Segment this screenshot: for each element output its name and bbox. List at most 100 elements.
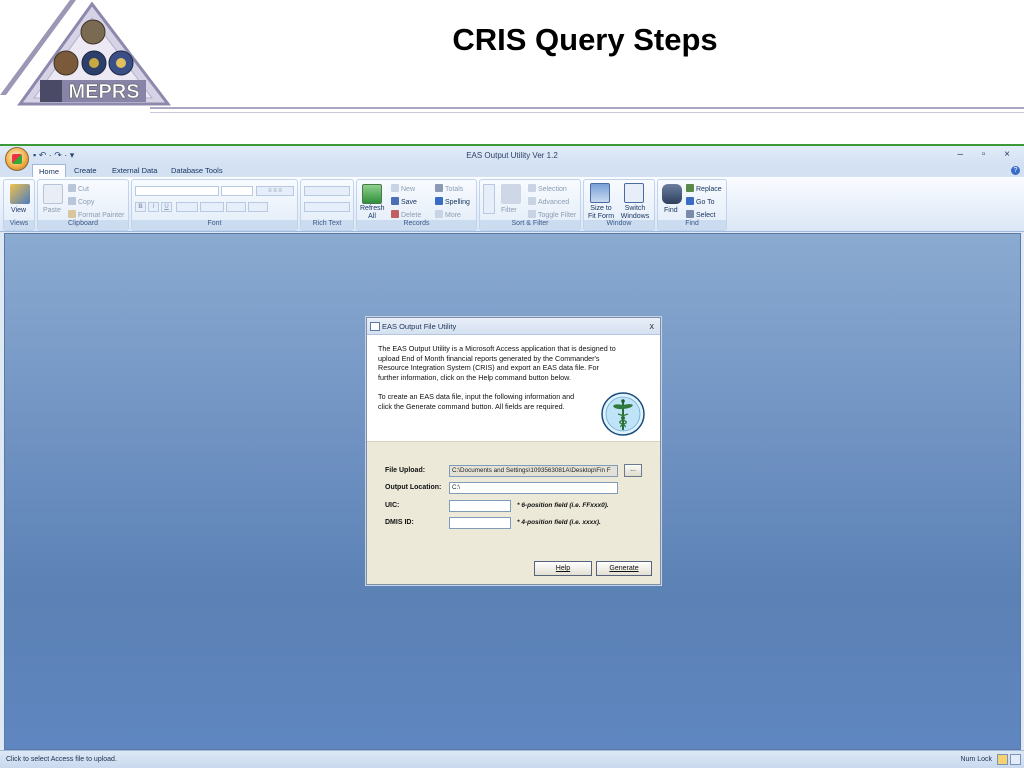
tab-home[interactable]: Home (32, 164, 67, 177)
group-rich-text: Rich Text (300, 179, 354, 231)
title-bar: ▪ ↶ · ↷ · ▾ EAS Output Utility Ver 1.2 –… (0, 146, 1024, 164)
switch-windows-icon (624, 183, 644, 203)
save-button[interactable]: Save (401, 199, 417, 206)
svg-text:MEPRS: MEPRS (68, 81, 139, 103)
view-button[interactable]: View (11, 207, 26, 214)
toggle-filter-icon (528, 210, 536, 218)
tab-create[interactable]: Create (68, 164, 103, 177)
toggle-filter-button[interactable]: Toggle Filter (538, 212, 576, 219)
font-color-button[interactable] (176, 202, 198, 212)
filter-button[interactable]: Filter (501, 207, 517, 214)
group-label-font: Font (132, 220, 297, 230)
selection-icon (528, 184, 536, 192)
dialog-title: EAS Output File Utility (382, 322, 457, 331)
copy-icon (68, 197, 76, 205)
group-records: Refresh All New Save Delete Totals Spell… (356, 179, 477, 231)
select-button[interactable]: Select (696, 212, 715, 219)
instructions-paragraph: To create an EAS data file, input the fo… (378, 392, 575, 411)
office-logo-icon (12, 154, 22, 164)
group-views: View Views (3, 179, 35, 231)
format-painter-button[interactable]: Format Painter (78, 212, 124, 219)
more-button[interactable]: More (445, 212, 461, 219)
more-icon (435, 210, 443, 218)
list-buttons[interactable] (304, 202, 350, 212)
indent-buttons[interactable] (304, 186, 350, 196)
header-rule (150, 107, 1024, 109)
new-record-button[interactable]: New (401, 186, 415, 193)
save-icon (391, 197, 399, 205)
copy-button[interactable]: Copy (78, 199, 94, 206)
delete-button[interactable]: Delete (401, 212, 421, 219)
uic-note: * 6-position field (i.e. FFxxx0). (517, 502, 609, 509)
go-to-button[interactable]: Go To (696, 199, 715, 206)
output-location-field[interactable]: C:\ (449, 482, 618, 494)
view-icon (10, 184, 30, 204)
group-font: ≡ ≡ ≡ B I U Font (131, 179, 298, 231)
bold-button[interactable]: B (135, 202, 146, 212)
num-lock-indicator: Num Lock (960, 756, 992, 763)
alternate-fill-button[interactable] (248, 202, 268, 212)
slide-title: CRIS Query Steps (452, 22, 718, 57)
find-button[interactable]: Find (664, 207, 678, 214)
advanced-icon (528, 197, 536, 205)
dialog-separator (367, 441, 660, 442)
dmis-id-field[interactable] (449, 517, 511, 529)
cut-button[interactable]: Cut (78, 186, 89, 193)
filter-icon (501, 184, 521, 204)
design-view-icon[interactable] (1010, 754, 1021, 765)
group-label-clipboard: Clipboard (38, 220, 128, 230)
group-label-rich-text: Rich Text (301, 220, 353, 230)
cut-icon (68, 184, 76, 192)
italic-button[interactable]: I (148, 202, 159, 212)
paste-button[interactable]: Paste (43, 207, 61, 214)
advanced-button[interactable]: Advanced (538, 199, 569, 206)
form-view-icon[interactable] (997, 754, 1008, 765)
tab-external-data[interactable]: External Data (106, 164, 163, 177)
replace-button[interactable]: Replace (696, 186, 722, 193)
intro-paragraph: The EAS Output Utility is a Microsoft Ac… (378, 344, 616, 382)
office-button[interactable] (5, 147, 29, 171)
switch-windows-button[interactable]: Switch Windows (617, 205, 653, 221)
group-label-sort-filter: Sort & Filter (480, 220, 580, 230)
group-label-find: Find (658, 220, 726, 230)
help-icon[interactable]: ? (1011, 166, 1020, 175)
fill-color-button[interactable] (200, 202, 224, 212)
uic-label: UIC: (385, 502, 400, 509)
help-button[interactable]: Help (534, 561, 592, 576)
group-label-views: Views (4, 220, 34, 230)
sort-buttons[interactable] (483, 184, 495, 214)
selection-button[interactable]: Selection (538, 186, 567, 193)
font-name-combo[interactable] (135, 186, 219, 196)
uic-field[interactable] (449, 500, 511, 512)
header-rule-thin (150, 112, 1024, 113)
spelling-button[interactable]: Spelling (445, 199, 470, 206)
group-label-records: Records (357, 220, 476, 230)
totals-button[interactable]: Totals (445, 186, 463, 193)
group-label-window: Window (584, 220, 654, 230)
refresh-icon (362, 184, 382, 204)
ribbon-tabs: Home Create External Data Database Tools… (0, 164, 1024, 177)
gridlines-button[interactable] (226, 202, 246, 212)
generate-button[interactable]: Generate (596, 561, 652, 576)
select-icon (686, 210, 694, 218)
file-upload-label: File Upload: (385, 467, 426, 474)
refresh-all-button[interactable]: Refresh All (360, 205, 385, 221)
dialog-close-button[interactable]: x (650, 321, 655, 331)
go-to-icon (686, 197, 694, 205)
browse-button[interactable]: ... (624, 464, 642, 477)
group-clipboard: Paste Cut Copy Format Painter Clipboard (37, 179, 129, 231)
format-painter-icon (68, 210, 76, 218)
caduceus-emblem-icon (601, 392, 645, 436)
dmis-id-note: * 4-position field (i.e. xxxx). (517, 519, 601, 526)
underline-button[interactable]: U (161, 202, 172, 212)
new-record-icon (391, 184, 399, 192)
tab-database-tools[interactable]: Database Tools (165, 164, 229, 177)
align-buttons[interactable]: ≡ ≡ ≡ (256, 186, 294, 196)
dialog-title-bar[interactable]: EAS Output File Utility x (367, 318, 660, 335)
paste-icon (43, 184, 63, 204)
font-size-combo[interactable] (221, 186, 253, 196)
size-to-fit-button[interactable]: Size to Fit Form (586, 205, 616, 221)
file-upload-field[interactable]: C:\Documents and Settings\1093563081A\De… (449, 465, 618, 477)
spelling-icon (435, 197, 443, 205)
window-controls[interactable]: – ▫ × (957, 149, 1018, 160)
